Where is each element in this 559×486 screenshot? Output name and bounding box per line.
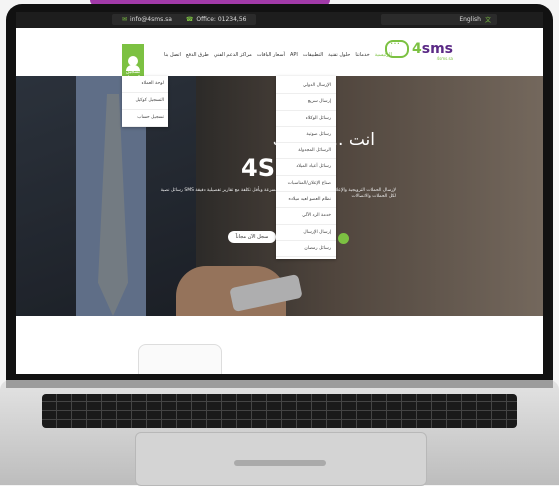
login-dropdown-item[interactable]: تسجيل حساب xyxy=(122,110,168,127)
laptop-base xyxy=(0,380,559,486)
nav-item[interactable]: مراكز الدعم الفني xyxy=(214,52,252,58)
top-bar: ✉ info@4sms.sa ☎ Office: 01234,56 English … xyxy=(16,12,543,28)
hero-cta-button[interactable]: سجل الآن مجاناً xyxy=(228,231,276,243)
email-item[interactable]: ✉ info@4sms.sa xyxy=(122,16,172,23)
nav-item[interactable]: حلول تقنية xyxy=(328,52,350,58)
site-logo[interactable]: 4sms 4sms.sa xyxy=(384,36,453,61)
services-dropdown-item[interactable]: رسائل الوكلاء xyxy=(276,111,336,127)
services-dropdown-item[interactable]: رسائل رمضان xyxy=(276,241,336,258)
services-dropdown-item[interactable]: صناع الإعلان/المناسبات xyxy=(276,176,336,193)
services-dropdown-item[interactable]: الإرسال الدولي xyxy=(276,78,336,95)
nav-item[interactable]: خدماتنا xyxy=(355,52,369,58)
laptop-notch xyxy=(234,460,326,466)
nav-item[interactable]: التطبيقات xyxy=(303,52,323,58)
nav-menu: اتصل بنا طرق الدفع مراكز الدعم الفني أسعار … xyxy=(164,52,392,58)
nav-item[interactable]: طرق الدفع xyxy=(186,52,209,58)
user-icon xyxy=(126,56,140,71)
contact-info: ✉ info@4sms.sa ☎ Office: 01234,56 xyxy=(112,14,257,25)
laptop-screen: ✉ info@4sms.sa ☎ Office: 01234,56 English … xyxy=(16,12,543,374)
services-dropdown-item[interactable]: نظام العضو لعيد ميلاده xyxy=(276,192,336,209)
lower-section xyxy=(16,316,543,374)
login-dropdown: لوحة العملاء التسجيل كوكيل تسجيل حساب xyxy=(122,76,168,127)
services-dropdown-item[interactable]: رسائل أعياد الميلاد xyxy=(276,159,336,176)
laptop-hinge xyxy=(6,380,553,388)
language-switch[interactable]: English 文 xyxy=(381,14,497,25)
services-dropdown-item[interactable]: خدمة الرد الآلي xyxy=(276,208,336,225)
nav-item[interactable]: اتصل بنا xyxy=(164,52,181,58)
services-dropdown-item[interactable]: رسائل صوتية xyxy=(276,127,336,144)
phone-icon: ☎ xyxy=(185,16,194,23)
hero-brand: 4S xyxy=(241,154,275,182)
services-dropdown-item[interactable]: إرسال سريع xyxy=(276,94,336,111)
main-navbar: 4sms 4sms.sa اتصل بنا طرق الدفع مراكز الدع… xyxy=(16,28,543,88)
email-icon: ✉ xyxy=(122,16,128,23)
laptop-trackpad xyxy=(135,432,427,486)
translate-icon: 文 xyxy=(484,17,491,24)
login-dropdown-item[interactable]: التسجيل كوكيل xyxy=(122,93,168,110)
services-dropdown-item[interactable]: إرسال الإرسال xyxy=(276,225,336,241)
nav-item[interactable]: الرئيسية xyxy=(375,52,392,58)
slider-dot[interactable] xyxy=(338,233,349,244)
nav-item[interactable]: API xyxy=(290,52,298,58)
services-dropdown-item[interactable]: الرسائل المجدولة xyxy=(276,143,336,160)
nav-item[interactable]: أسعار الباقات xyxy=(257,52,285,58)
laptop-keyboard xyxy=(42,394,517,428)
phone-item[interactable]: ☎ Office: 01234,56 xyxy=(186,16,247,23)
device-frame-image xyxy=(138,344,222,374)
services-dropdown: الإرسال الدولي إرسال سريع رسائل الوكلاء رسا… xyxy=(276,76,336,260)
login-dropdown-item[interactable]: لوحة العملاء xyxy=(122,76,168,93)
